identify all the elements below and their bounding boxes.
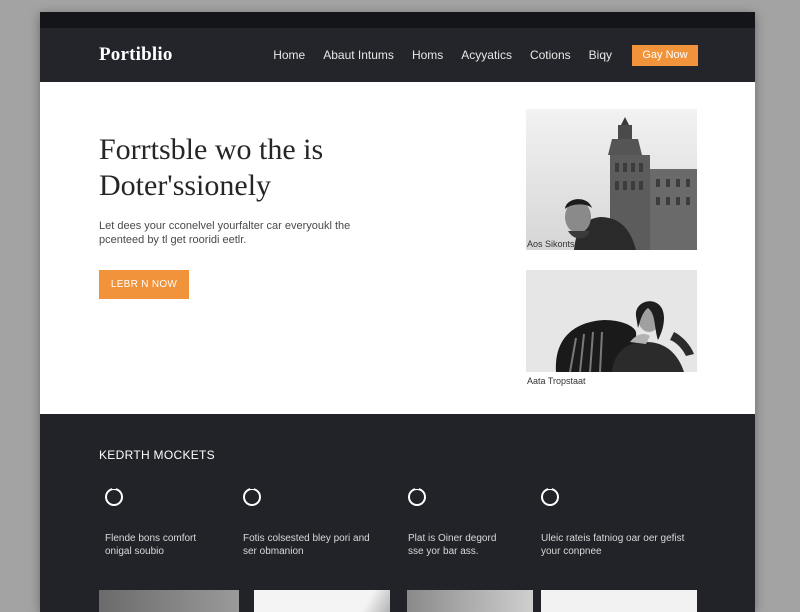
gallery-caption-2: Aata Tropstaat <box>527 376 586 386</box>
thumbnail-image[interactable] <box>254 590 390 612</box>
cta-button[interactable]: Gay Now <box>632 44 698 66</box>
nav-link-acyyatics[interactable]: Acyyatics <box>461 48 512 62</box>
feature-item: Uleic rateis fatniog oar oer gefist your… <box>541 486 691 558</box>
feature-item: Flende bons comfort onigal soubio <box>105 486 255 558</box>
top-strip <box>40 12 755 28</box>
hero-title: Forrtsble wo the is Doter'ssionely <box>99 132 399 204</box>
feature-line: sse yor bar ass. <box>408 546 479 557</box>
feature-line: Uleic rateis fatniog oar oer gefist <box>541 533 685 544</box>
feature-item: Fotis colsested bley pori and ser obmani… <box>243 486 393 558</box>
nav-link-cotions[interactable]: Cotions <box>530 48 571 62</box>
gallery-caption-1: Aos Sikonts <box>527 239 575 249</box>
feature-text: Plat is Oiner degord sse yor bar ass. <box>408 532 558 558</box>
learn-now-button[interactable]: LEBR N NOW <box>99 270 189 299</box>
hero-subtitle-line-1: Let dees your cconelvel yourfalter car e… <box>99 220 351 232</box>
feature-line: onigal soubio <box>105 546 164 557</box>
power-icon <box>243 486 261 506</box>
feature-line: Fotis colsested bley pori and <box>243 533 370 544</box>
hero-title-line-2: Doter'ssionely <box>99 169 272 202</box>
hero-subtitle: Let dees your cconelvel yourfalter car e… <box>99 219 379 247</box>
nav-link-about[interactable]: Abaut Intums <box>323 48 394 62</box>
thumbnail-image[interactable] <box>407 590 533 612</box>
feature-text: Flende bons comfort onigal soubio <box>105 532 255 558</box>
features-title: KEDRTH MOCKETS <box>99 448 215 462</box>
feature-item: Plat is Oiner degord sse yor bar ass. <box>408 486 558 558</box>
hero-title-line-1: Forrtsble wo the is <box>99 133 324 166</box>
gallery-photo-1[interactable] <box>526 109 697 250</box>
nav-link-blog[interactable]: Biqy <box>589 48 612 62</box>
page-frame: Portiblio Home Abaut Intums Homs Acyyati… <box>40 12 755 612</box>
thumbnail-image[interactable] <box>99 590 239 612</box>
feature-line: Flende bons comfort <box>105 533 197 544</box>
woman-chair-photo <box>526 270 697 372</box>
gallery-photo-2[interactable] <box>526 270 697 372</box>
feature-text: Uleic rateis fatniog oar oer gefist your… <box>541 532 691 558</box>
nav-links: Home Abaut Intums Homs Acyyatics Cotions… <box>273 48 612 62</box>
power-icon <box>408 486 426 506</box>
feature-line: Plat is Oiner degord <box>408 533 497 544</box>
features-section: KEDRTH MOCKETS Flende bons comfort oniga… <box>40 414 755 612</box>
city-tower-photo <box>526 109 697 250</box>
feature-text: Fotis colsested bley pori and ser obmani… <box>243 532 393 558</box>
hero-section: Forrtsble wo the is Doter'ssionely Let d… <box>40 82 755 414</box>
hero-subtitle-line-2: pcenteed by tl get rooridi eetlr. <box>99 234 247 246</box>
feature-line: ser obmanion <box>243 546 304 557</box>
nav-link-homs[interactable]: Homs <box>412 48 443 62</box>
thumbnail-image[interactable] <box>541 590 697 612</box>
nav-link-home[interactable]: Home <box>273 48 305 62</box>
feature-line: your conpnee <box>541 546 602 557</box>
power-icon <box>541 486 559 506</box>
power-icon <box>105 486 123 506</box>
logo[interactable]: Portiblio <box>99 44 173 66</box>
navbar: Portiblio Home Abaut Intums Homs Acyyati… <box>40 28 755 82</box>
